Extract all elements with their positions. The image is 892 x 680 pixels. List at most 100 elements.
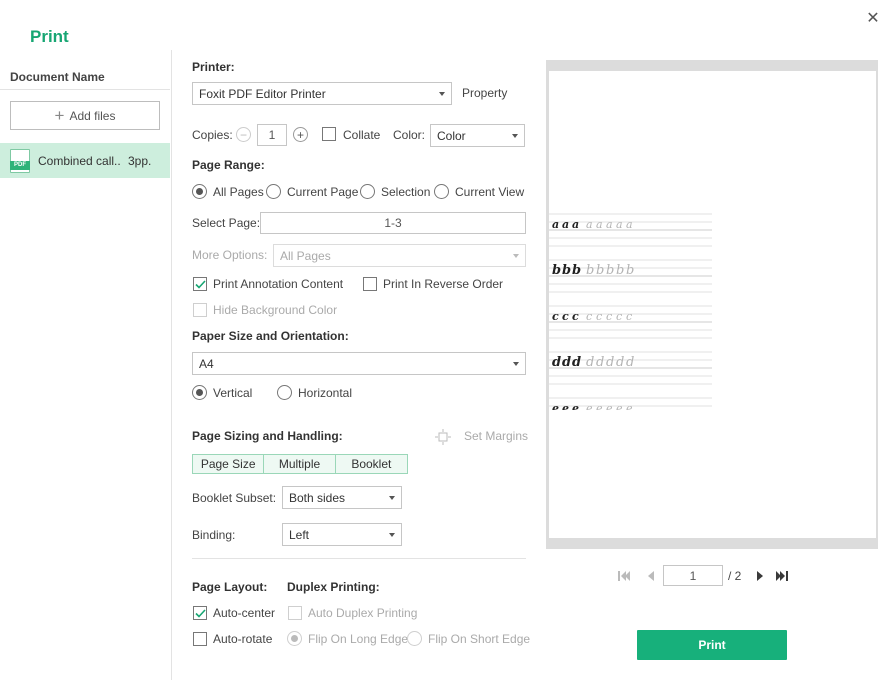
- tab-booklet[interactable]: Booklet: [336, 455, 407, 473]
- header-divider: [0, 89, 170, 90]
- radio-all-pages[interactable]: [192, 184, 207, 199]
- binding-label: Binding:: [192, 528, 236, 542]
- worksheet-letter: d: [586, 355, 594, 370]
- worksheet-letter: c: [552, 310, 559, 323]
- page-range-label: Page Range:: [192, 158, 265, 172]
- chevron-down-icon: [513, 253, 519, 258]
- worksheet-letter: e: [626, 402, 633, 410]
- check-icon: [194, 608, 206, 618]
- printer-value: Foxit PDF Editor Printer: [199, 86, 326, 101]
- worksheet-letter: c: [572, 310, 579, 323]
- booklet-subset-label: Booklet Subset:: [192, 491, 277, 505]
- more-options-label: More Options:: [192, 248, 268, 262]
- worksheet-letter: a: [606, 218, 613, 231]
- radio-current-page[interactable]: [266, 184, 281, 199]
- more-options-select[interactable]: All Pages: [273, 244, 526, 267]
- booklet-subset-select[interactable]: Both sides: [282, 486, 402, 509]
- property-link[interactable]: Property: [462, 86, 507, 100]
- worksheet-letter: e: [572, 402, 579, 410]
- worksheet-letter: c: [586, 310, 592, 323]
- collate-label: Collate: [343, 128, 381, 142]
- worksheet-letter: b: [586, 263, 594, 278]
- document-name: Combined call..: [38, 153, 121, 168]
- radio-vertical[interactable]: [192, 385, 207, 400]
- section-divider: [192, 558, 526, 559]
- radio-flip-short-edge: [407, 631, 422, 646]
- document-name-header: Document Name: [10, 70, 105, 84]
- auto-duplex-checkbox: [288, 606, 302, 620]
- color-label: Color:: [393, 128, 426, 142]
- chevron-down-icon: [512, 133, 518, 138]
- radio-horizontal[interactable]: [277, 385, 292, 400]
- prev-page-icon[interactable]: [645, 569, 657, 583]
- tab-page-size[interactable]: Page Size: [193, 455, 265, 473]
- worksheet-letter: d: [596, 355, 604, 370]
- worksheet-letter: d: [552, 355, 561, 370]
- worksheet-letter: a: [616, 218, 623, 231]
- collate-checkbox[interactable]: [322, 127, 336, 141]
- chevron-down-icon: [389, 495, 395, 500]
- copies-label: Copies:: [192, 128, 233, 142]
- add-files-label: Add files: [69, 108, 116, 123]
- flip-short-edge-label: Flip On Short Edge: [428, 632, 531, 646]
- worksheet-letter: d: [606, 355, 614, 370]
- check-icon: [194, 279, 206, 289]
- plus-icon: +: [54, 106, 65, 125]
- print-annotation-checkbox[interactable]: [193, 277, 207, 291]
- paper-size-select[interactable]: A4: [192, 352, 526, 375]
- paper-size-value: A4: [199, 356, 214, 371]
- paper-size-label: Paper Size and Orientation:: [192, 329, 349, 343]
- worksheet-letter: e: [596, 402, 603, 410]
- auto-center-checkbox[interactable]: [193, 606, 207, 620]
- worksheet-letter: e: [606, 402, 613, 410]
- worksheet-letter: c: [596, 310, 602, 323]
- radio-selection[interactable]: [360, 184, 375, 199]
- duplex-printing-label: Duplex Printing:: [287, 580, 380, 594]
- worksheet-letter: d: [562, 355, 571, 370]
- worksheet-letter: b: [572, 263, 581, 278]
- worksheet-letter: a: [562, 218, 569, 231]
- document-list-item[interactable]: PDF Combined call.. 3pp.: [0, 143, 170, 178]
- worksheet-letter: d: [572, 355, 581, 370]
- worksheet-letter: b: [626, 263, 634, 278]
- set-margins-link[interactable]: Set Margins: [464, 429, 528, 443]
- page-number-input[interactable]: 1: [663, 565, 723, 586]
- printer-select[interactable]: Foxit PDF Editor Printer: [192, 82, 452, 105]
- reverse-order-checkbox[interactable]: [363, 277, 377, 291]
- page-total: / 2: [728, 569, 742, 583]
- auto-rotate-checkbox[interactable]: [193, 632, 207, 646]
- add-files-button[interactable]: + Add files: [10, 101, 160, 130]
- minus-icon[interactable]: −: [236, 127, 251, 142]
- current-view-label: Current View: [455, 185, 525, 199]
- tab-multiple[interactable]: Multiple: [264, 455, 336, 473]
- auto-duplex-label: Auto Duplex Printing: [308, 606, 418, 620]
- worksheet-letter: c: [626, 310, 632, 323]
- select-page-label: Select Page:: [192, 216, 261, 230]
- binding-select[interactable]: Left: [282, 523, 402, 546]
- first-page-icon[interactable]: [617, 569, 631, 583]
- worksheet-letter: d: [626, 355, 634, 370]
- radio-current-view[interactable]: [434, 184, 449, 199]
- page-layout-label: Page Layout:: [192, 580, 268, 594]
- worksheet-letter: b: [552, 263, 561, 278]
- plus-circle-icon[interactable]: +: [293, 127, 308, 142]
- color-select[interactable]: Color: [430, 124, 525, 147]
- worksheet-letter: e: [552, 402, 559, 410]
- select-page-input[interactable]: 1-3: [260, 212, 526, 234]
- current-page-value: 1: [689, 568, 697, 583]
- auto-rotate-label: Auto-rotate: [213, 632, 273, 646]
- all-pages-label: All Pages: [213, 185, 264, 199]
- more-options-value: All Pages: [280, 248, 331, 263]
- reverse-order-label: Print In Reverse Order: [383, 277, 504, 291]
- worksheet-letter: a: [572, 218, 579, 231]
- select-page-value: 1-3: [384, 216, 402, 230]
- close-icon[interactable]: ✕: [864, 10, 882, 28]
- chevron-down-icon: [513, 361, 519, 366]
- print-button[interactable]: Print: [637, 630, 787, 660]
- margins-icon: [435, 429, 451, 445]
- copies-input[interactable]: 1: [257, 124, 287, 146]
- next-page-icon[interactable]: [754, 569, 766, 583]
- last-page-icon[interactable]: [775, 569, 789, 583]
- worksheet-letter: e: [562, 402, 569, 410]
- hide-background-label: Hide Background Color: [213, 303, 338, 317]
